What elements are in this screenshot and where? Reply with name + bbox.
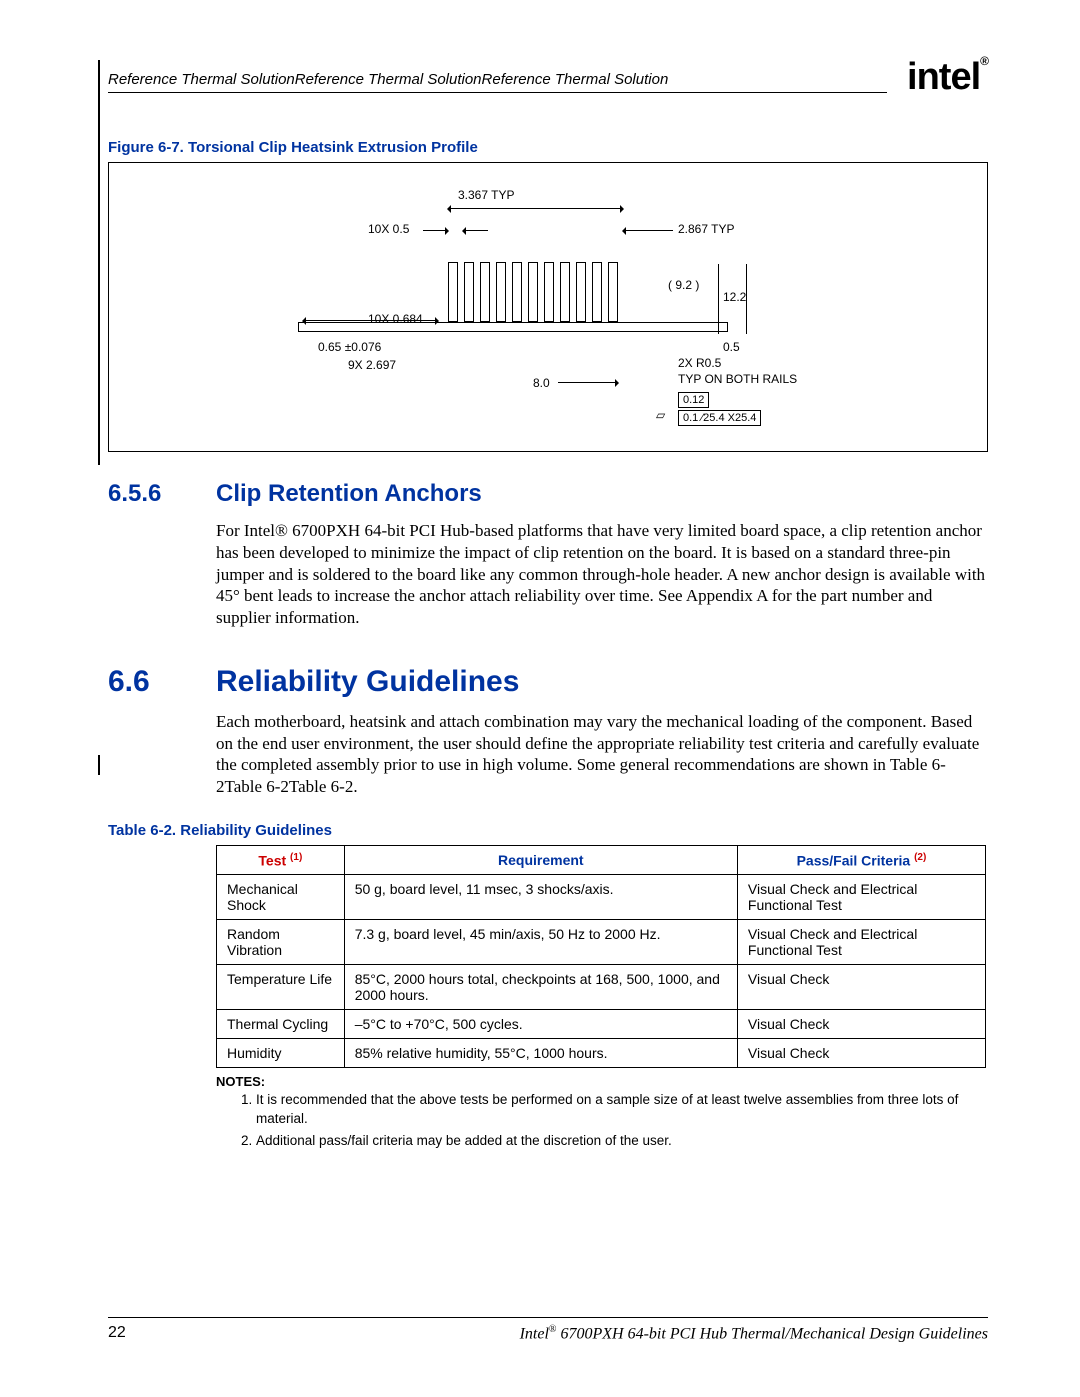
fin <box>512 262 522 322</box>
section-number: 6.6 <box>108 665 216 699</box>
note-item: It is recommended that the above tests b… <box>256 1091 988 1127</box>
dim-label: 3.367 TYP <box>458 188 514 202</box>
dim-label: 0.65 ±0.076 <box>318 340 381 354</box>
fin <box>448 262 458 322</box>
dim-arrow <box>303 320 438 321</box>
table-row: Thermal Cycling –5°C to +70°C, 500 cycle… <box>217 1010 986 1039</box>
section-title: Clip Retention Anchors <box>216 480 482 508</box>
table-row: Humidity 85% relative humidity, 55°C, 10… <box>217 1039 986 1068</box>
dim-label: 10X 0.684 <box>368 312 423 326</box>
table-row: Mechanical Shock 50 g, board level, 11 m… <box>217 875 986 920</box>
th-passfail: Pass/Fail Criteria (2) <box>737 845 985 875</box>
baseplate <box>298 322 728 332</box>
fin <box>576 262 586 322</box>
dim-arrow <box>558 382 618 383</box>
fin <box>464 262 474 322</box>
heading-6-5-6: 6.5.6 Clip Retention Anchors <box>108 480 988 508</box>
dim-label: 0.5 <box>723 340 740 354</box>
section-title: Reliability Guidelines <box>216 665 519 699</box>
note-item: Additional pass/fail criteria may be add… <box>256 1132 988 1150</box>
footer-title: Intel® 6700PXH 64-bit PCI Hub Thermal/Me… <box>520 1324 988 1343</box>
dim-label: 2.867 TYP <box>678 222 734 236</box>
fin <box>496 262 506 322</box>
figure-frame: 3.367 TYP 10X 0.5 2.867 TYP ( 9.2 ) 12.2… <box>108 162 988 452</box>
gd-callout: 0.1 ∕25.4 X25.4 <box>678 410 761 426</box>
th-requirement: Requirement <box>344 845 737 875</box>
gd-callout: 0.12 <box>678 392 709 408</box>
page-header: Reference Thermal SolutionReference Ther… <box>108 60 988 103</box>
intel-logo: intel® <box>907 56 988 99</box>
body-paragraph: For Intel® 6700PXH 64-bit PCI Hub-based … <box>216 520 988 629</box>
th-test: Test (1) <box>217 845 345 875</box>
table-row: Temperature Life 85°C, 2000 hours total,… <box>217 965 986 1010</box>
fin <box>480 262 490 322</box>
fin <box>544 262 554 322</box>
page-number: 22 <box>108 1324 126 1343</box>
dim-arrow <box>423 230 448 231</box>
change-bar <box>98 60 100 465</box>
change-bar <box>98 755 100 775</box>
flatness-icon: ▱ <box>656 408 665 422</box>
running-head: Reference Thermal SolutionReference Ther… <box>108 71 887 93</box>
dim-label: TYP ON BOTH RAILS <box>678 372 797 386</box>
fin <box>560 262 570 322</box>
dim-line <box>718 264 719 334</box>
heading-6-6: 6.6 Reliability Guidelines <box>108 665 988 699</box>
reliability-table: Test (1) Requirement Pass/Fail Criteria … <box>216 845 986 1069</box>
fin <box>528 262 538 322</box>
body-paragraph: Each motherboard, heatsink and attach co… <box>216 711 988 798</box>
dim-label: 8.0 <box>533 376 550 390</box>
section-number: 6.5.6 <box>108 480 216 508</box>
dim-label: 10X 0.5 <box>368 222 409 236</box>
dim-label: ( 9.2 ) <box>668 278 699 292</box>
notes-heading: NOTES: <box>216 1074 988 1089</box>
dim-line <box>746 264 747 334</box>
dim-label: 9X 2.697 <box>348 358 396 372</box>
page-footer: 22 Intel® 6700PXH 64-bit PCI Hub Thermal… <box>108 1317 988 1343</box>
table-row: Random Vibration 7.3 g, board level, 45 … <box>217 920 986 965</box>
notes-list: It is recommended that the above tests b… <box>238 1091 988 1150</box>
dim-arrow <box>448 208 623 209</box>
figure-caption: Figure 6-7. Torsional Clip Heatsink Extr… <box>108 139 988 156</box>
dim-label: 12.2 <box>723 290 746 304</box>
dim-arrow <box>623 230 673 231</box>
fin <box>608 262 618 322</box>
dim-label: 2X R0.5 <box>678 356 721 370</box>
table-caption: Table 6-2. Reliability Guidelines <box>108 822 988 839</box>
heatsink-profile-drawing: 3.367 TYP 10X 0.5 2.867 TYP ( 9.2 ) 12.2… <box>278 182 818 432</box>
dim-arrow <box>463 230 488 231</box>
fin <box>592 262 602 322</box>
